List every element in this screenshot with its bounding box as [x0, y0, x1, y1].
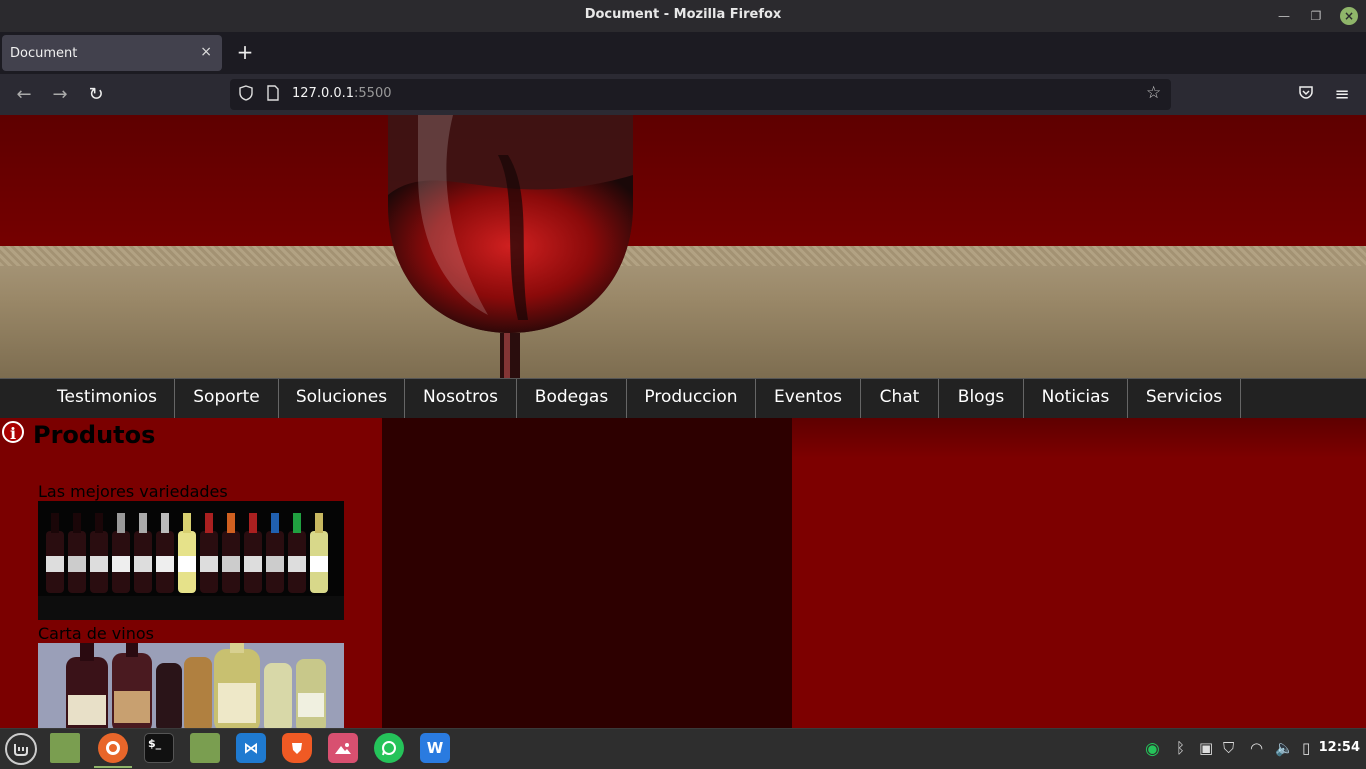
hamburger-menu-icon[interactable]: ≡ [1331, 84, 1353, 106]
files-icon[interactable] [190, 733, 220, 763]
page-viewport: Testimonios Soporte Soluciones Nosotros … [0, 115, 1366, 728]
wifi-icon[interactable]: ◠ [1250, 739, 1263, 757]
products-column: i Produtos Las mejores variedades Carta … [0, 418, 382, 728]
window-title: Document - Mozilla Firefox [584, 7, 782, 22]
new-tab-button[interactable]: + [234, 41, 256, 63]
whatsapp-tray-icon[interactable]: ◉ [1145, 739, 1160, 759]
minimize-icon[interactable]: — [1276, 8, 1292, 24]
clock[interactable]: 12:54 [1319, 740, 1360, 755]
shield-tray-icon[interactable]: ⛉ [1223, 739, 1234, 757]
url-host: 127.0.0.1 [292, 86, 355, 101]
product-label-wine-list: Carta de vinos [38, 624, 154, 643]
menu-item-testimonios[interactable]: Testimonios [40, 379, 175, 419]
menu-item-bodegas[interactable]: Bodegas [517, 379, 627, 419]
clipboard-icon[interactable]: ▣ [1199, 739, 1213, 757]
menu-item-noticias[interactable]: Noticias [1024, 379, 1128, 419]
shield-icon[interactable] [238, 85, 254, 105]
navigation-toolbar: ← → ↻ 127.0.0.1:5500 ☆ ≡ [0, 74, 1366, 115]
page-icon [266, 85, 280, 105]
menu-item-soporte[interactable]: Soporte [175, 379, 279, 419]
firefox-icon[interactable] [94, 733, 132, 768]
menu-item-servicios[interactable]: Servicios [1128, 379, 1241, 419]
close-window-icon[interactable]: × [1340, 7, 1358, 25]
right-column [792, 418, 1366, 728]
menu-item-soluciones[interactable]: Soluciones [279, 379, 405, 419]
products-title: Produtos [33, 421, 156, 449]
bluetooth-icon[interactable]: ᛒ [1176, 739, 1185, 757]
product-label-varieties: Las mejores variedades [38, 482, 228, 501]
reload-icon[interactable]: ↻ [85, 84, 107, 106]
tab-close-icon[interactable]: × [200, 44, 212, 60]
wine-glass-image [388, 115, 633, 378]
forward-icon[interactable]: → [49, 84, 71, 106]
wine-list-image[interactable] [38, 643, 344, 728]
site-menu: Testimonios Soporte Soluciones Nosotros … [0, 378, 1366, 419]
window-titlebar: Document - Mozilla Firefox — ❐ × [0, 0, 1366, 32]
whatsapp-icon[interactable] [374, 733, 404, 763]
vscode-icon[interactable]: ⋈ [236, 733, 266, 763]
menu-item-eventos[interactable]: Eventos [756, 379, 861, 419]
volume-muted-icon[interactable]: 🔈 [1275, 739, 1294, 757]
info-icon: i [2, 421, 24, 443]
banner-red-band [0, 115, 1366, 246]
bookmark-star-icon[interactable]: ☆ [1146, 83, 1161, 103]
pocket-icon[interactable] [1295, 84, 1317, 106]
header-banner [0, 115, 1366, 378]
terminal-icon[interactable]: $_ [144, 733, 174, 763]
url-port: :5500 [354, 86, 392, 101]
tab-document[interactable]: Document × [2, 35, 222, 71]
middle-column [382, 418, 792, 728]
menu-item-chat[interactable]: Chat [861, 379, 939, 419]
back-icon[interactable]: ← [13, 84, 35, 106]
tab-title: Document [10, 45, 78, 61]
menu-icon[interactable] [5, 733, 37, 765]
menu-item-blogs[interactable]: Blogs [939, 379, 1024, 419]
menu-item-produccion[interactable]: Produccion [627, 379, 756, 419]
url-text[interactable]: 127.0.0.1:5500 [292, 86, 392, 101]
image-viewer-icon[interactable] [328, 733, 358, 763]
wine-bottles-row-image[interactable] [38, 501, 344, 620]
restore-icon[interactable]: ❐ [1308, 8, 1324, 24]
show-desktop-icon[interactable] [50, 733, 80, 763]
taskbar: $_ ⋈ W ◉ ᛒ ▣ ⛉ ◠ 🔈 ▯ 12:54 [0, 728, 1366, 769]
battery-icon[interactable]: ▯ [1302, 739, 1310, 757]
brave-icon[interactable] [282, 733, 312, 763]
url-bar[interactable]: 127.0.0.1:5500 ☆ [230, 79, 1171, 110]
menu-item-nosotros[interactable]: Nosotros [405, 379, 517, 419]
wps-office-icon[interactable]: W [420, 733, 450, 763]
banner-texture-stripe [0, 246, 1366, 266]
tab-strip: Document × + [0, 32, 1366, 74]
